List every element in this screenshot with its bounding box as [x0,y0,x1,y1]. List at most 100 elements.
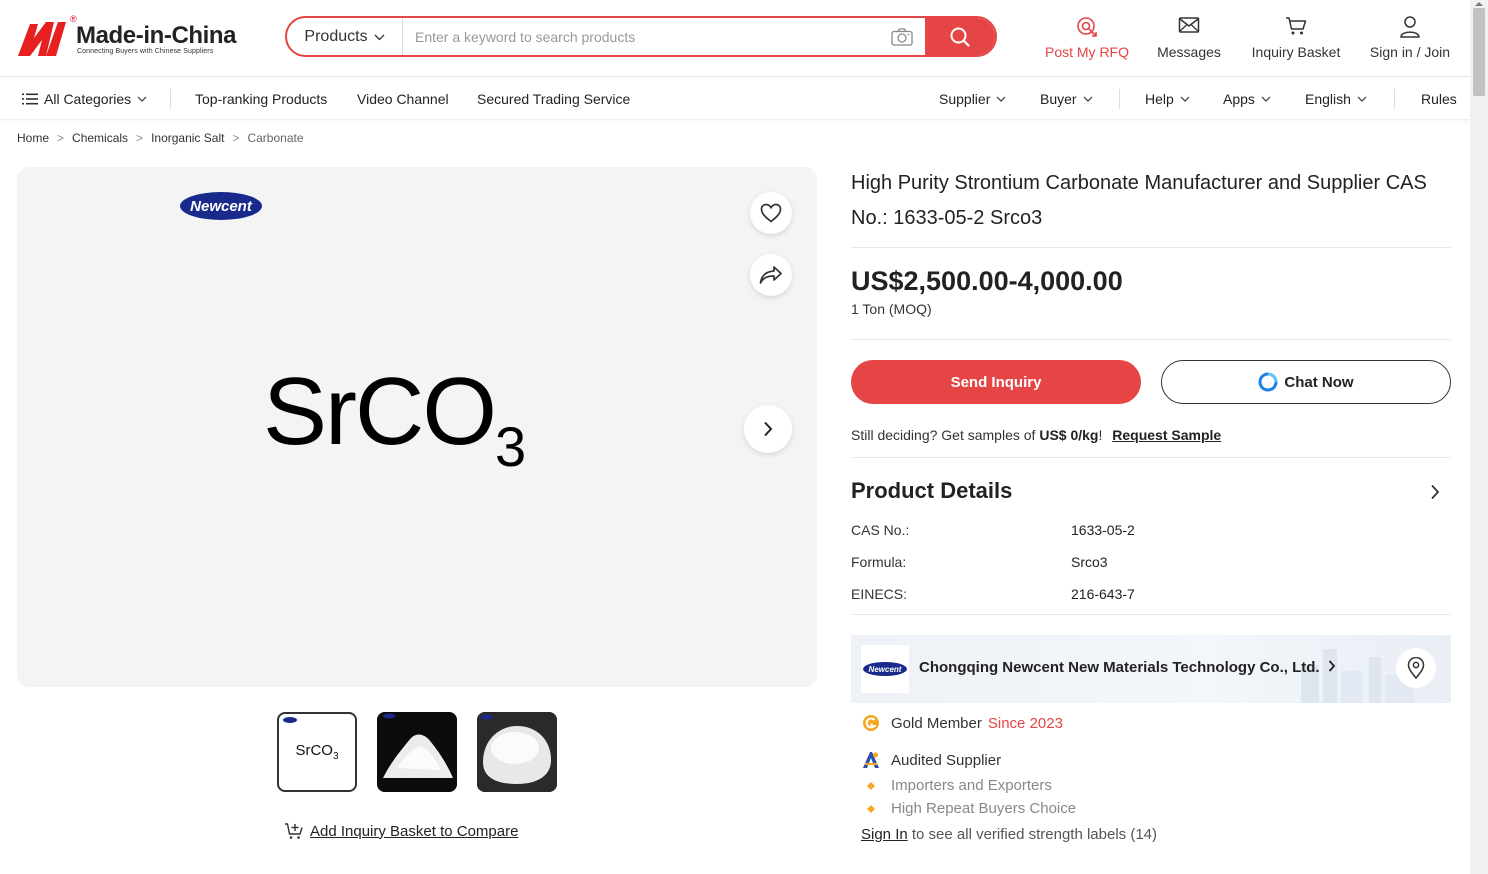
chevron-down-icon [1357,96,1367,102]
nav-help-menu[interactable]: Help [1145,78,1190,120]
chat-now-label: Chat Now [1284,373,1354,391]
post-rfq-link[interactable]: Post My RFQ [1044,16,1130,60]
chevron-down-icon [1083,96,1093,102]
nav-apps-menu[interactable]: Apps [1223,78,1271,120]
search-icon [950,27,970,47]
camera-search-button[interactable] [879,18,925,55]
supplier-logo-text: Newcent [869,665,902,674]
gold-member-icon [863,715,879,731]
spec-key: EINECS: [851,586,908,602]
sample-text: Still deciding? Get samples of [851,427,1036,443]
nav-buyer-menu[interactable]: Buyer [1040,78,1093,120]
inquiry-basket-link[interactable]: Inquiry Basket [1248,16,1344,60]
sample-price: US$ 0/kg [1039,427,1099,443]
chevron-down-icon [374,34,385,41]
add-to-compare-link[interactable]: Add Inquiry Basket to Compare [284,822,518,840]
thumbnail-powder-dark[interactable] [377,712,457,792]
nav-language-menu[interactable]: English [1305,78,1367,120]
strength-label-repeat-buyers: High Repeat Buyers Choice [861,800,1076,817]
supplier-name-text: Chongqing Newcent New Materials Technolo… [919,659,1320,676]
thumbnail-formula-label: SrCO3 [295,742,339,762]
chat-now-button[interactable]: Chat Now [1161,360,1451,404]
scrollbar-track[interactable] [1470,0,1488,874]
spec-key: CAS No.: [851,522,910,538]
thumbnail-powder-pile[interactable] [477,712,557,792]
nav-secured-trading[interactable]: Secured Trading Service [477,78,630,120]
supplier-name[interactable]: Chongqing Newcent New Materials Technolo… [919,659,1336,676]
strength-label-importers: Importers and Exporters [861,777,1052,794]
nav-supplier-menu[interactable]: Supplier [939,78,1006,120]
breadcrumb-separator-icon: > [136,131,144,145]
add-to-compare-label: Add Inquiry Basket to Compare [310,822,519,840]
messages-label: Messages [1157,44,1221,60]
search-category-label: Products [304,27,368,45]
favorite-button[interactable] [750,192,792,234]
chevron-right-icon[interactable] [1430,484,1440,500]
nav-divider [1394,89,1395,109]
nav-divider [1119,89,1120,109]
search-category-select[interactable]: Products [287,18,403,55]
product-image-viewer[interactable]: Newcent SrCO3 [17,167,817,687]
sign-in-link[interactable]: Sign in / Join [1366,16,1454,60]
nav-top-ranking[interactable]: Top-ranking Products [195,78,327,120]
product-details-heading[interactable]: Product Details [851,478,1012,504]
inquiry-basket-label: Inquiry Basket [1251,44,1341,60]
scroll-up-arrow-icon[interactable] [1474,0,1484,8]
nav-supplier-label: Supplier [939,91,991,107]
spec-row-cas: CAS No.: 1633-05-2 [851,522,1135,538]
divider [851,339,1451,340]
sample-exclamation: ! [1098,427,1103,443]
chevron-down-icon [1261,96,1271,102]
audited-supplier-icon [863,752,879,768]
chevron-down-icon [137,96,147,102]
nav-top-ranking-label: Top-ranking Products [195,91,328,107]
powder-pile-image [477,712,557,792]
main-image-formula: SrCO3 [263,357,526,479]
nav-rules[interactable]: Rules [1421,78,1457,120]
request-sample-link[interactable]: Request Sample [1112,427,1221,443]
product-price: US$2,500.00-4,000.00 [851,266,1123,296]
newcent-logo-text: Newcent [190,198,253,215]
main-formula-text: SrCO [263,358,497,465]
search-input[interactable] [403,18,879,55]
sign-in-link-inline[interactable]: Sign In [861,826,908,843]
send-inquiry-button[interactable]: Send Inquiry [851,360,1141,404]
breadcrumb-chemicals[interactable]: Chemicals [72,131,128,145]
messages-link[interactable]: Messages [1154,16,1224,60]
site-logo[interactable]: ® Made-in-China Connecting Buyers with C… [16,14,238,58]
breadcrumb-current: Carbonate [247,131,304,145]
strength-label-text: Importers and Exporters [891,777,1052,794]
all-categories-menu[interactable]: All Categories [22,78,147,120]
nav-divider [170,89,171,109]
diamond-bullet-icon [867,804,875,813]
share-button[interactable] [750,254,792,296]
nav-buyer-label: Buyer [1040,91,1077,107]
breadcrumb-separator-icon: > [57,131,65,145]
product-title: High Purity Strontium Carbonate Manufact… [851,172,1427,229]
next-image-button[interactable] [744,405,792,453]
supplier-card[interactable]: Newcent Chongqing Newcent New Materials … [851,635,1451,703]
location-pin-icon [1407,657,1425,679]
supplier-location-button[interactable] [1396,648,1436,688]
mail-icon [1178,17,1200,33]
spec-value: Srco3 [1071,554,1108,570]
nav-video-channel[interactable]: Video Channel [357,78,449,120]
list-icon [22,93,38,105]
breadcrumb-inorganic-salt[interactable]: Inorganic Salt [151,131,224,145]
nav-help-label: Help [1145,91,1174,107]
breadcrumb: Home > Chemicals > Inorganic Salt > Carb… [17,131,304,145]
spec-row-einecs: EINECS: 216-643-7 [851,586,1135,602]
audited-supplier-label: Audited Supplier [891,751,1002,769]
spec-value: 216-643-7 [1071,586,1135,602]
all-categories-label: All Categories [44,91,132,107]
search-button[interactable] [925,18,995,55]
divider [851,457,1451,458]
chevron-down-icon [996,96,1006,102]
scrollbar-thumb[interactable] [1473,8,1485,96]
cart-add-icon [285,823,303,839]
sign-in-label: Sign in / Join [1369,44,1451,60]
thumbnail-formula[interactable]: SrCO3 [277,712,357,792]
cart-icon [1286,17,1307,35]
breadcrumb-home[interactable]: Home [17,131,49,145]
rfq-icon [1077,17,1097,37]
